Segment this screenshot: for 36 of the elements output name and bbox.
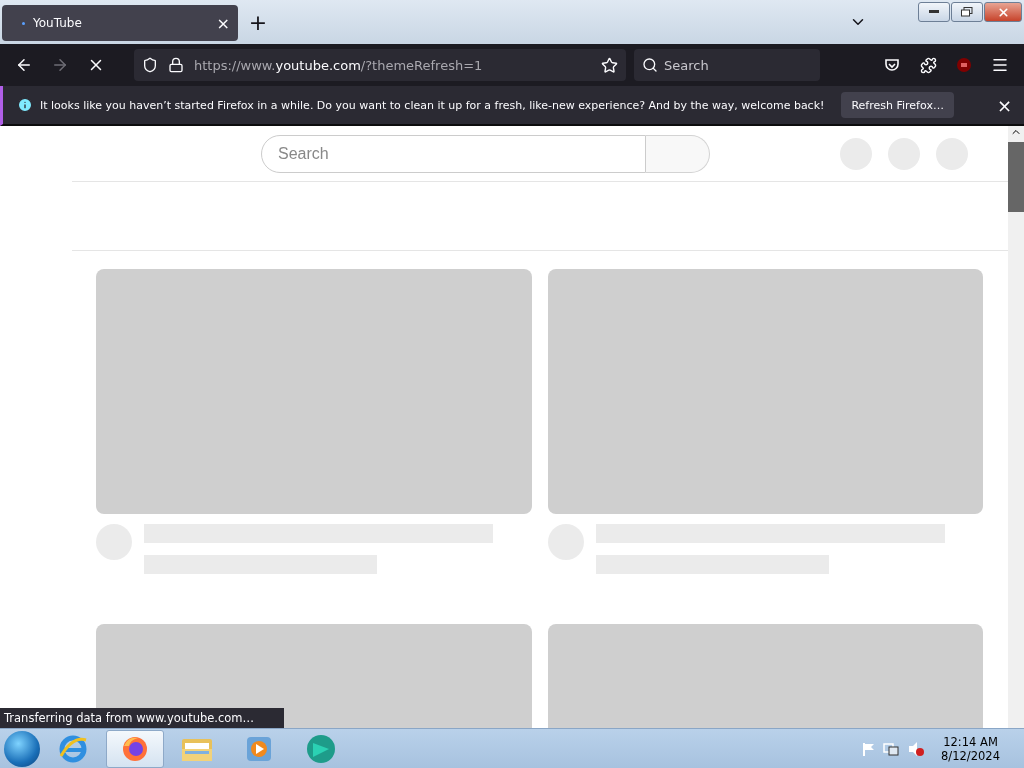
search-field[interactable]: Search [261, 134, 646, 173]
tab-title: YouTube [33, 16, 83, 30]
bookmark-star-icon[interactable] [601, 56, 618, 74]
close-icon [996, 5, 1010, 19]
tab-dot-icon [22, 21, 25, 25]
minimize-icon [929, 10, 939, 14]
forward-arrow-icon [51, 56, 69, 74]
notification-message: It looks like you haven’t started Firefox in a while. Do you want to clean it up for a fresh, like-new experience? And by the way, welcome back! [40, 98, 825, 112]
notification-close-button[interactable]: × [996, 94, 1012, 116]
browser-tab[interactable]: YouTube × [2, 5, 238, 41]
network-icon [883, 741, 900, 756]
scrollbar[interactable] [1008, 126, 1024, 728]
scrollbar-thumb[interactable] [1008, 142, 1024, 212]
lock-icon [168, 57, 184, 73]
status-text: Transferring data from www.youtube.com… [0, 708, 285, 728]
taskbar-app-button[interactable] [106, 729, 164, 768]
play-circle-app-icon [305, 732, 337, 765]
start-button[interactable] [4, 730, 40, 767]
restore-button[interactable] [951, 2, 983, 22]
info-icon [17, 97, 33, 113]
browser-e-icon [58, 733, 88, 764]
restore-icon [961, 7, 973, 17]
tab-close-button[interactable]: × [216, 13, 230, 33]
clock: 12:14 AM 8/12/2024 [941, 734, 1000, 763]
address-bar[interactable]: https://www.youtube.com/?themeRefresh=1 [134, 49, 626, 81]
new-tab-button[interactable]: + [242, 6, 274, 38]
media-player-icon [245, 734, 273, 763]
toolbar-search-field[interactable]: Search [634, 49, 820, 81]
url-text: https://www.youtube.com/?themeRefresh=1 [194, 57, 484, 73]
search-icon [642, 57, 658, 73]
tray-flag-icon [861, 741, 876, 756]
muted-speaker-icon [907, 740, 926, 757]
close-button[interactable] [984, 2, 1022, 22]
shield-icon [142, 57, 158, 73]
refresh-button[interactable]: Refresh Firefox… [841, 92, 954, 118]
minimize-button[interactable] [918, 2, 950, 22]
